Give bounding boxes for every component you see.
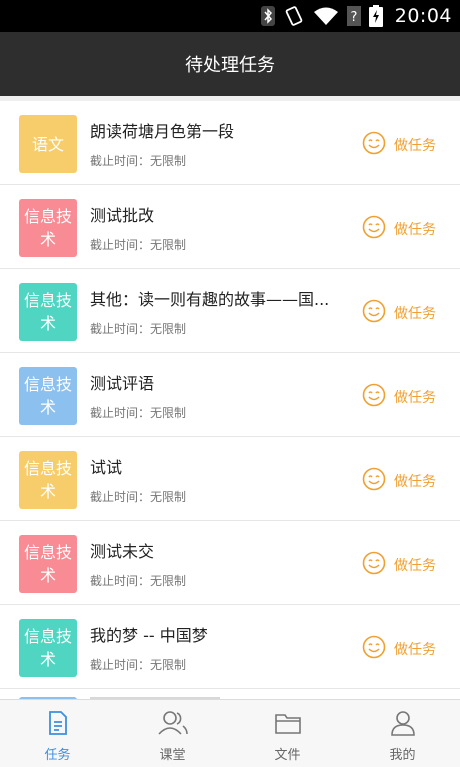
subject-badge: 信息技术 [19, 367, 77, 425]
task-icon [45, 710, 71, 740]
subject-badge: 信息技术 [19, 283, 77, 341]
task-title: 测试批改 [90, 206, 155, 225]
tab-label: 文件 [274, 748, 301, 763]
task-title: 测试评语 [90, 374, 155, 393]
status-bar: ? 20:04 [0, 0, 460, 32]
bottom-tab-bar: 任务 课堂 文件 我的 [0, 699, 460, 767]
task-row[interactable]: 信息技术 测试评语 截止时间：无限制 做任务 [0, 353, 460, 437]
page-header: 待处理任务 [0, 32, 460, 96]
classroom-icon [157, 710, 189, 740]
task-row[interactable]: 信息技术 测试未交 截止时间：无限制 做任务 [0, 521, 460, 605]
task-deadline: 截止时间：无限制 [90, 154, 187, 168]
do-task-button[interactable]: 做任务 [362, 131, 436, 159]
task-title: 测试未交 [90, 542, 155, 561]
tab-label: 课堂 [159, 748, 186, 763]
do-task-button[interactable]: 做任务 [362, 551, 436, 579]
smiley-icon [362, 551, 386, 579]
task-title: 朗读荷塘月色第一段 [90, 122, 235, 141]
task-title: 我的梦 -- 中国梦 [90, 626, 208, 645]
task-list[interactable]: 语文 朗读荷塘月色第一段 截止时间：无限制 做任务 信息技术 测试批改 截止时间… [0, 101, 460, 699]
do-task-label: 做任务 [394, 138, 436, 154]
tab-profile[interactable]: 我的 [345, 700, 460, 767]
subject-badge: 信息技术 [19, 619, 77, 677]
tab-label: 我的 [389, 748, 416, 763]
subject-badge: 信息技术 [19, 535, 77, 593]
tab-classroom[interactable]: 课堂 [115, 700, 230, 767]
do-task-label: 做任务 [394, 642, 436, 658]
do-task-label: 做任务 [394, 558, 436, 574]
smiley-icon [362, 131, 386, 159]
task-deadline: 截止时间：无限制 [90, 658, 187, 672]
task-row[interactable]: 信息技术 试试 截止时间：无限制 做任务 [0, 437, 460, 521]
subject-badge: 语文 [19, 115, 77, 173]
task-row[interactable]: 信息技术 测试批改 截止时间：无限制 做任务 [0, 185, 460, 269]
task-title: 其他：读一则有趣的故事——国... [90, 290, 330, 309]
task-title: 试试 [90, 458, 123, 477]
do-task-label: 做任务 [394, 390, 436, 406]
tab-files[interactable]: 文件 [230, 700, 345, 767]
status-time: 20:04 [394, 5, 452, 27]
task-deadline: 截止时间：无限制 [90, 322, 187, 336]
smiley-icon [362, 215, 386, 243]
smiley-icon [362, 635, 386, 663]
do-task-button[interactable]: 做任务 [362, 467, 436, 495]
tab-tasks[interactable]: 任务 [0, 700, 115, 767]
battery-icon [368, 5, 383, 27]
do-task-button[interactable]: 做任务 [362, 383, 436, 411]
task-row[interactable]: 信息技术 其他：读一则有趣的故事——国... 截止时间：无限制 做任务 [0, 269, 460, 353]
task-deadline: 截止时间：无限制 [90, 490, 187, 504]
folder-icon [274, 710, 302, 740]
task-row[interactable]: 语文 朗读荷塘月色第一段 截止时间：无限制 做任务 [0, 101, 460, 185]
task-row[interactable]: 信息技术 我的梦 -- 中国梦 截止时间：无限制 做任务 [0, 605, 460, 689]
subject-badge: 信息技术 [19, 451, 77, 509]
do-task-label: 做任务 [394, 474, 436, 490]
do-task-label: 做任务 [394, 306, 436, 322]
do-task-button[interactable]: 做任务 [362, 215, 436, 243]
vibrate-icon [283, 5, 305, 27]
smiley-icon [362, 383, 386, 411]
task-deadline: 截止时间：无限制 [90, 574, 187, 588]
task-deadline: 截止时间：无限制 [90, 406, 187, 420]
smiley-icon [362, 299, 386, 327]
signal-unknown-icon: ? [346, 6, 361, 26]
bluetooth-icon [260, 6, 275, 26]
tab-label: 任务 [44, 748, 71, 763]
smiley-icon [362, 467, 386, 495]
profile-icon [390, 710, 416, 740]
do-task-label: 做任务 [394, 222, 436, 238]
subject-badge: 信息技术 [19, 199, 77, 257]
do-task-button[interactable]: 做任务 [362, 635, 436, 663]
do-task-button[interactable]: 做任务 [362, 299, 436, 327]
task-deadline: 截止时间：无限制 [90, 238, 187, 252]
page-title: 待处理任务 [185, 55, 275, 76]
wifi-icon [313, 6, 339, 26]
svg-text:?: ? [350, 10, 357, 25]
